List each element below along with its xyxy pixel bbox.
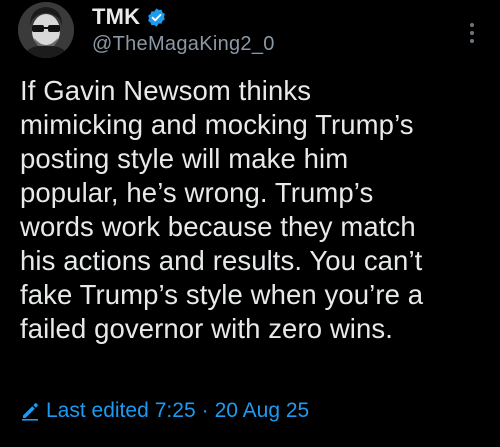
pencil-edit-icon — [20, 401, 40, 421]
verified-badge-icon — [146, 7, 167, 28]
edit-history-link[interactable]: Last edited 7:25 · 20 Aug 25 — [20, 396, 309, 426]
edit-time: 7:25 — [154, 399, 196, 422]
author-display-name[interactable]: TMK — [92, 4, 140, 30]
author-name-row: TMK — [92, 3, 167, 31]
tweet-line: mimicking and mocking Trump’s — [20, 109, 414, 140]
tweet-card: TMK @TheMagaKing2_0 If Gavin Newsom thin… — [0, 0, 500, 447]
tweet-text: If Gavin Newsom thinks mimicking and moc… — [20, 74, 490, 346]
edit-date: 20 Aug 25 — [214, 399, 310, 422]
author-handle[interactable]: @TheMagaKing2_0 — [92, 33, 275, 56]
tweet-line: his actions and results. You can’t — [20, 245, 423, 276]
tweet-line: If Gavin Newsom thinks — [20, 75, 312, 106]
tweet-line: fake Trump’s style when you’re a — [20, 279, 424, 310]
avatar-image — [18, 2, 74, 58]
tweet-line: posting style will make him — [20, 143, 349, 174]
tweet-line: popular, he’s wrong. Trump’s — [20, 177, 374, 208]
edit-separator: · — [201, 399, 209, 422]
last-edited-label: Last edited — [46, 399, 149, 422]
avatar[interactable] — [18, 2, 74, 58]
tweet-line: failed governor with zero wins. — [20, 313, 393, 344]
tweet-line: words work because they match — [20, 211, 416, 242]
more-options-icon[interactable] — [462, 20, 482, 46]
